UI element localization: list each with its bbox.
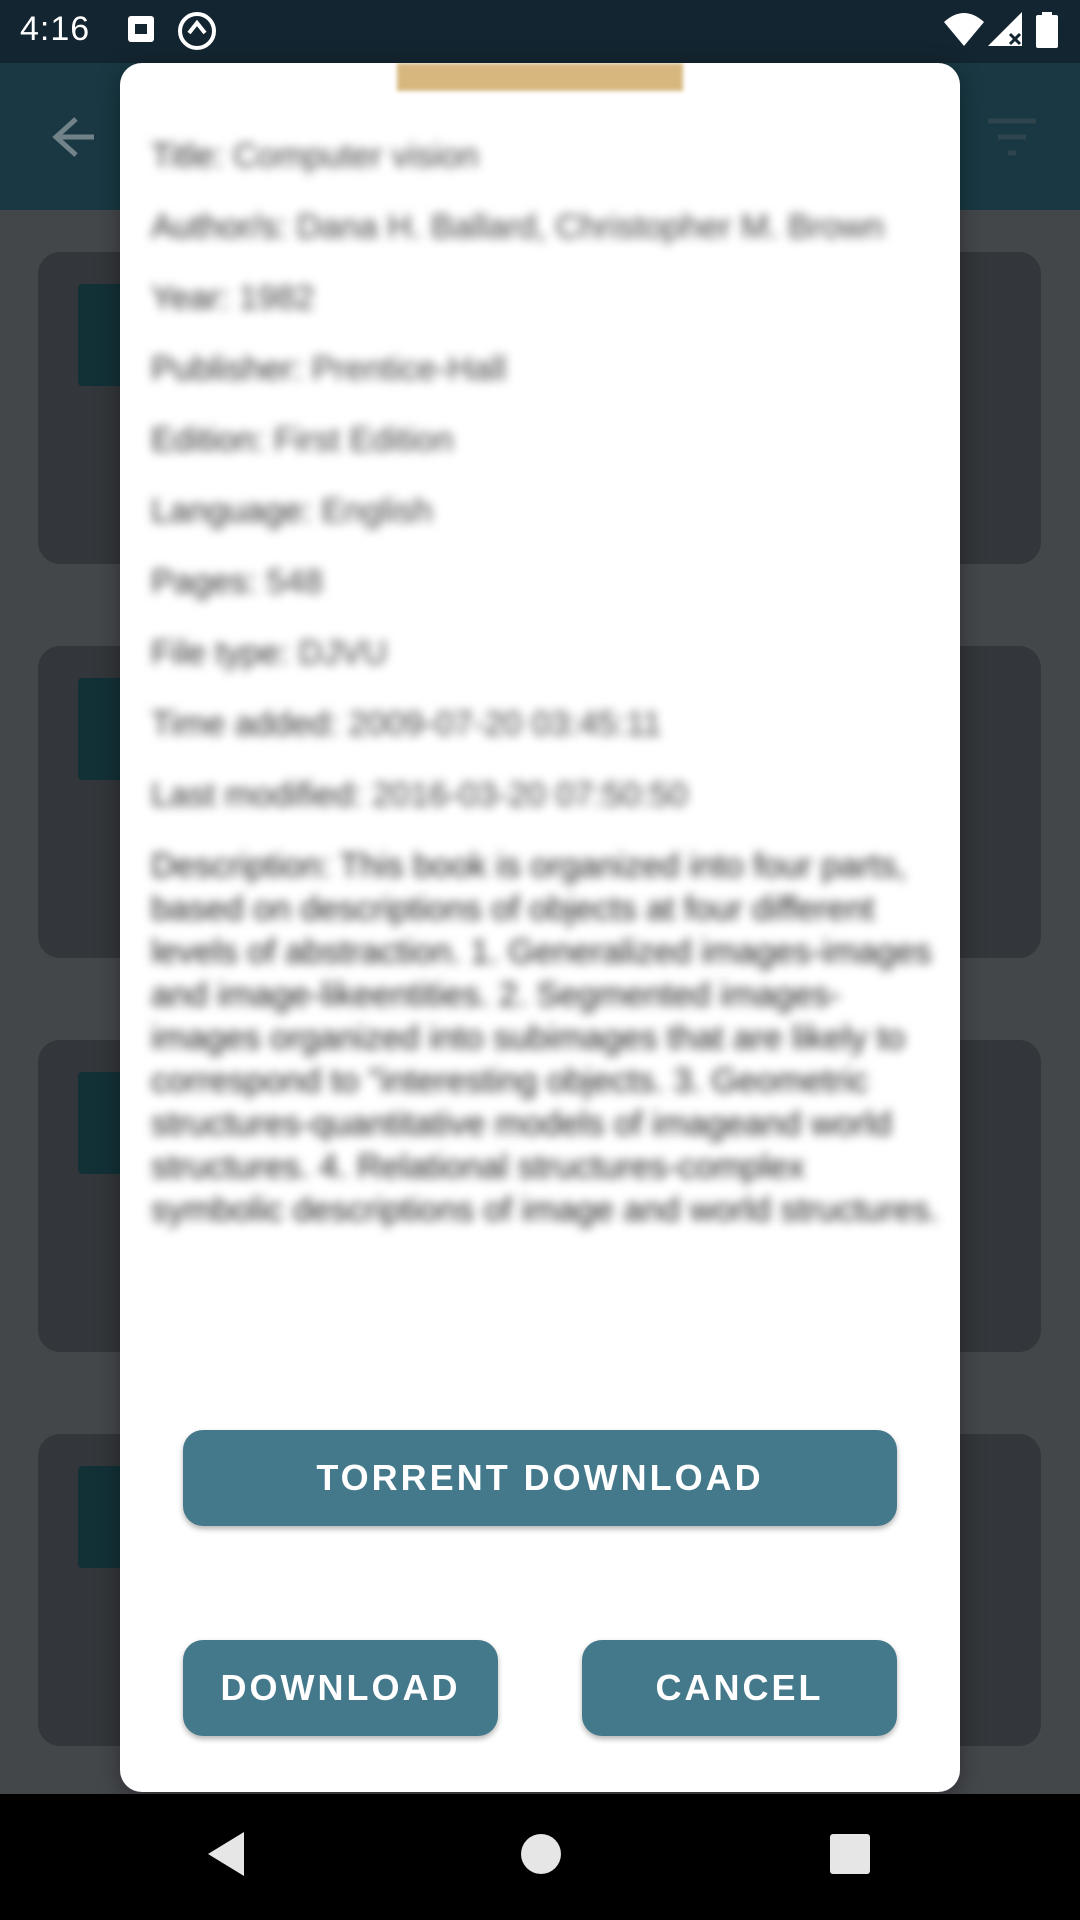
field-value: Computer vision: [232, 137, 479, 175]
nav-home-icon[interactable]: [521, 1834, 561, 1874]
pages-field: Pages: 548: [151, 561, 941, 603]
field-value: First Edition: [273, 421, 454, 459]
field-label: Time added:: [151, 705, 339, 743]
status-bar: 4:16: [0, 0, 1080, 63]
book-details: Title: Computer vision Author/s: Dana H.…: [151, 135, 941, 1232]
cancel-button[interactable]: CANCEL: [582, 1640, 897, 1736]
battery-icon: [1036, 12, 1058, 53]
field-value: DJVU: [298, 634, 388, 672]
field-label: Edition:: [151, 421, 265, 459]
publisher-field: Publisher: Prentice-Hall: [151, 348, 941, 390]
field-label: Author/s:: [151, 208, 288, 246]
signal-icon: [988, 12, 1024, 53]
book-details-dialog: Title: Computer vision Author/s: Dana H.…: [120, 63, 960, 1792]
nav-back-icon[interactable]: [206, 1830, 246, 1883]
field-value: Dana H. Ballard, Christopher M. Brown: [296, 208, 885, 246]
field-value: 1982: [238, 279, 315, 317]
author-field: Author/s: Dana H. Ballard, Christopher M…: [151, 206, 941, 248]
field-label: Publisher:: [151, 350, 303, 388]
field-label: Last modified:: [151, 776, 363, 814]
field-label: Pages:: [151, 563, 257, 601]
title-field: Title: Computer vision: [151, 135, 941, 177]
year-field: Year: 1982: [151, 277, 941, 319]
sim-card-icon: [126, 14, 156, 49]
last-modified-field: Last modified: 2016-03-20 07:50:50: [151, 774, 941, 816]
description-text: Description: This book is organized into…: [151, 847, 939, 1229]
download-button[interactable]: DOWNLOAD: [183, 1640, 498, 1736]
torrent-download-button[interactable]: TORRENT DOWNLOAD: [183, 1430, 897, 1526]
time-added-field: Time added: 2009-07-20 03:45:11: [151, 703, 941, 745]
file-type-field: File type: DJVU: [151, 632, 941, 674]
language-field: Language: English: [151, 490, 941, 532]
field-value: 2016-03-20 07:50:50: [372, 776, 688, 814]
field-value: Prentice-Hall: [311, 350, 507, 388]
field-label: Year:: [151, 279, 230, 317]
wifi-icon: [944, 12, 984, 53]
sync-icon: [176, 10, 218, 57]
navigation-bar: [0, 1794, 1080, 1920]
field-label: Language:: [151, 492, 312, 530]
book-cover-image: [397, 63, 683, 91]
status-time: 4:16: [20, 10, 91, 48]
edition-field: Edition: First Edition: [151, 419, 941, 461]
field-label: Title:: [151, 137, 224, 175]
field-value: English: [321, 492, 433, 530]
field-value: 2009-07-20 03:45:11: [348, 705, 662, 743]
field-value: 548: [266, 563, 324, 601]
nav-recents-icon[interactable]: [830, 1834, 870, 1874]
field-label: File type:: [151, 634, 289, 672]
